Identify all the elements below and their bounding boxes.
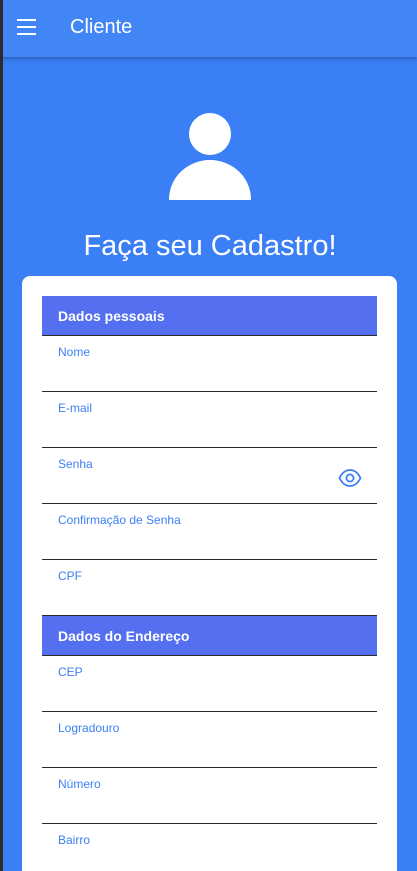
- person-icon: [169, 113, 251, 200]
- window-edge: [0, 0, 3, 871]
- email-label: E-mail: [58, 401, 93, 415]
- cpf-field[interactable]: CPF: [42, 560, 377, 616]
- page-title: Faça seu Cadastro!: [83, 230, 337, 262]
- number-field[interactable]: Número: [42, 768, 377, 824]
- cep-input[interactable]: [58, 684, 328, 704]
- name-label: Nome: [58, 345, 91, 359]
- number-label: Número: [58, 777, 101, 791]
- cep-label: CEP: [58, 665, 83, 679]
- app-bar: Cliente: [0, 0, 417, 57]
- app-screen: Cliente Faça seu Cadastro! Dados pessoai…: [0, 0, 417, 871]
- street-label: Logradouro: [58, 721, 120, 735]
- street-field[interactable]: Logradouro: [42, 712, 377, 768]
- name-input[interactable]: [58, 364, 328, 384]
- hamburger-menu-icon[interactable]: [17, 19, 36, 36]
- number-input[interactable]: [58, 796, 328, 816]
- password-confirmation-input[interactable]: [58, 532, 328, 552]
- neighborhood-field[interactable]: Bairro: [42, 824, 377, 871]
- neighborhood-label: Bairro: [58, 833, 91, 847]
- registration-form-card: Dados pessoais Nome E-mail Senha Confirm…: [22, 276, 397, 871]
- section-header-personal-data: Dados pessoais: [42, 296, 377, 336]
- cep-field[interactable]: CEP: [42, 656, 377, 712]
- password-confirmation-label: Confirmação de Senha: [58, 513, 181, 527]
- section-header-address-data: Dados do Endereço: [42, 616, 377, 656]
- email-field[interactable]: E-mail: [42, 392, 377, 448]
- app-bar-title: Cliente: [70, 16, 133, 38]
- eye-icon[interactable]: [338, 468, 362, 488]
- street-input[interactable]: [58, 740, 328, 760]
- email-input[interactable]: [58, 420, 328, 440]
- password-confirmation-field[interactable]: Confirmação de Senha: [42, 504, 377, 560]
- password-input[interactable]: [58, 476, 328, 496]
- cpf-label: CPF: [58, 569, 82, 583]
- cpf-input[interactable]: [58, 588, 328, 608]
- name-field[interactable]: Nome: [42, 336, 377, 392]
- neighborhood-input[interactable]: [58, 852, 328, 871]
- password-field[interactable]: Senha: [42, 448, 377, 504]
- password-label: Senha: [58, 457, 93, 471]
